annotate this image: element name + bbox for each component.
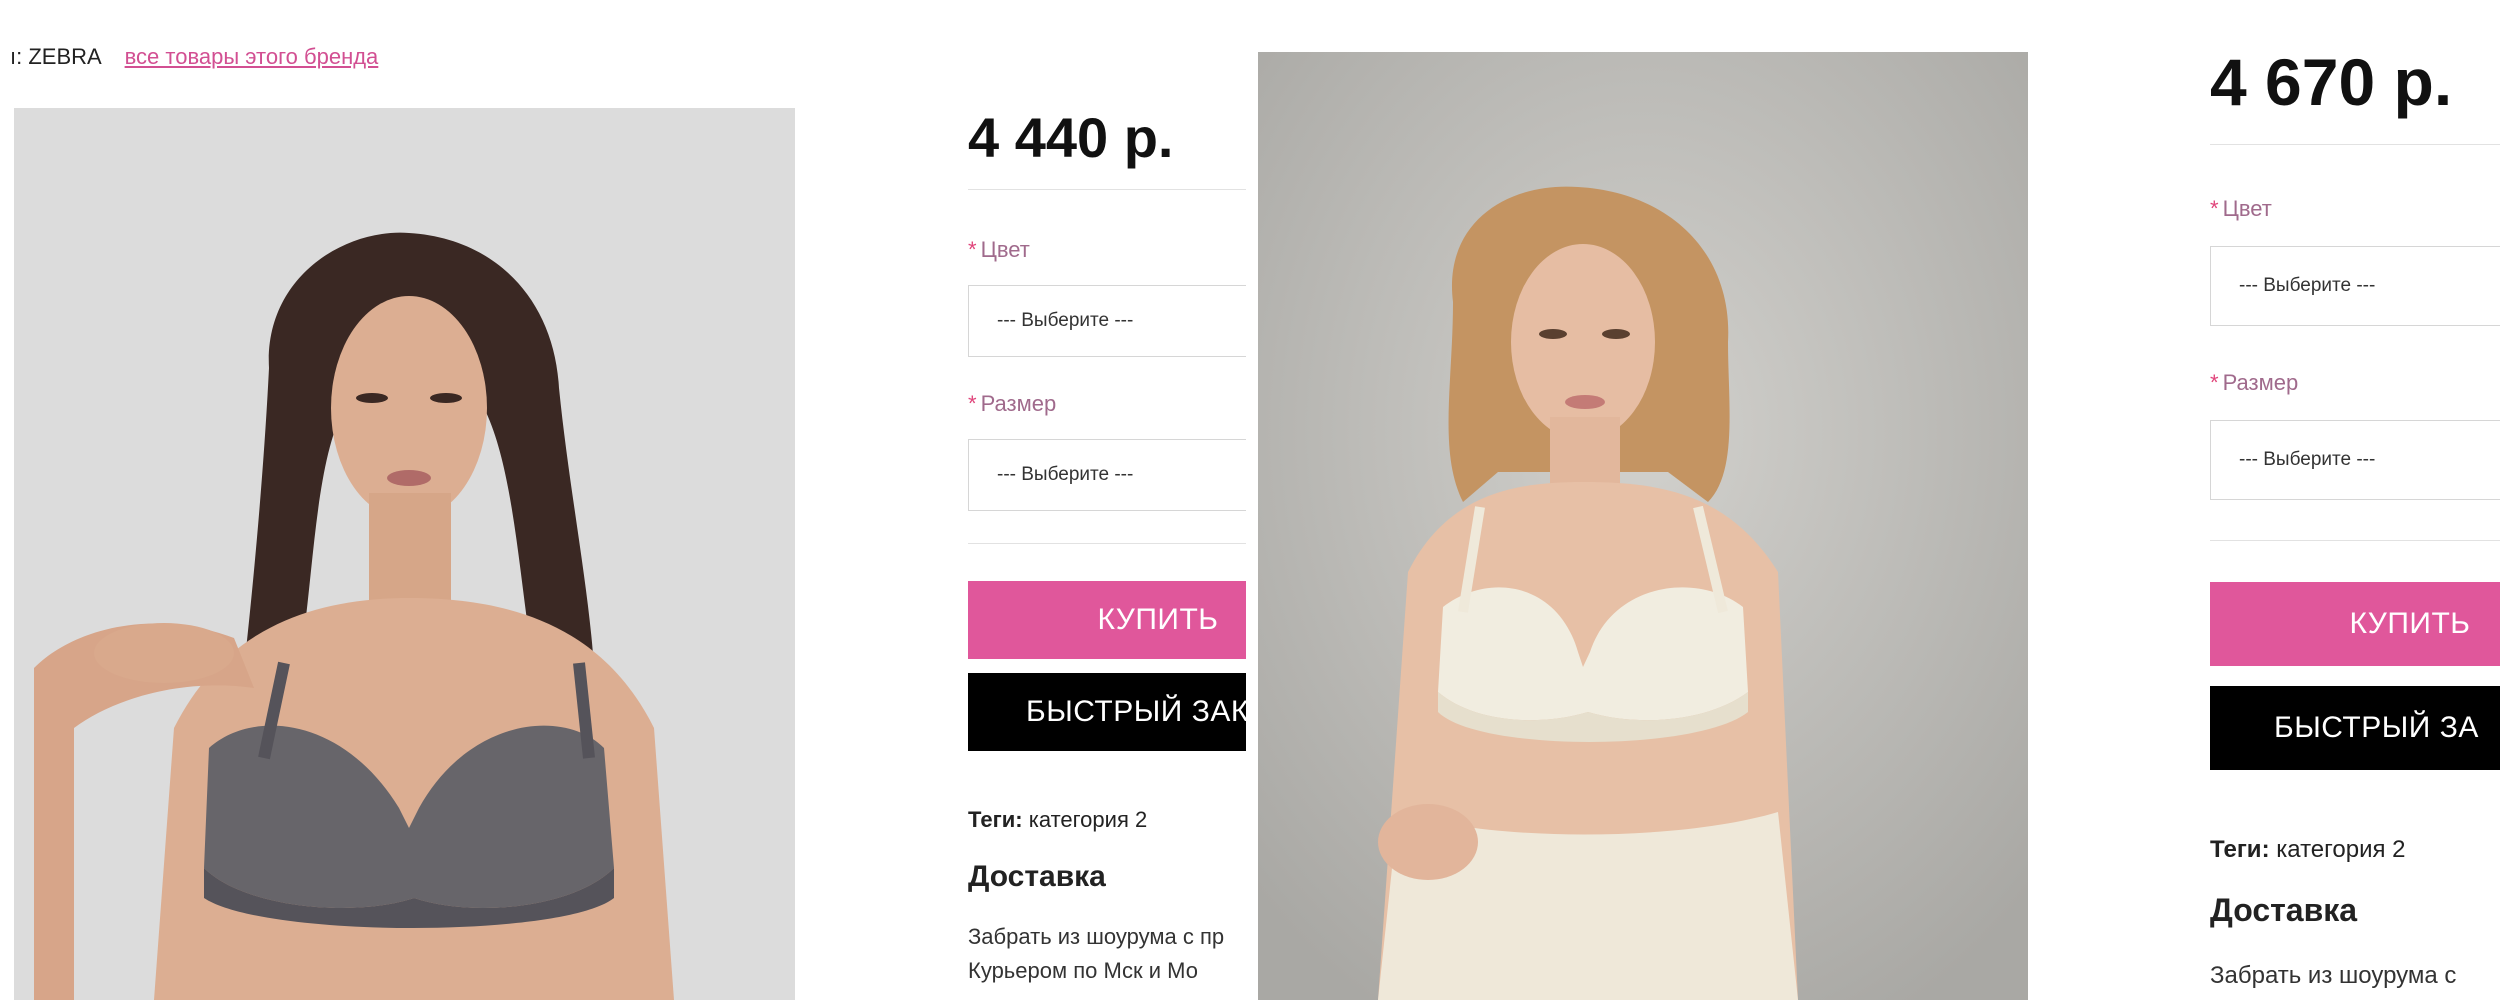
quick-order-button[interactable]: БЫСТРЫЙ ЗАКА [968, 673, 1246, 751]
color-select[interactable]: --- Выберите --- [968, 285, 1246, 357]
required-marker: * [968, 391, 977, 416]
required-marker: * [2210, 196, 2219, 221]
size-select[interactable]: --- Выберите --- [968, 439, 1246, 511]
size-label: * Размер [968, 391, 1057, 416]
color-label: * Цвет [968, 237, 1030, 262]
delivery-line: Курьером по Мск и Мо [968, 958, 1198, 983]
delivery-line: Забрать из шоурума с пр [968, 924, 1225, 949]
divider [968, 189, 1246, 190]
product-panel-left: ı: ZEBRA все товары этого бренда 4 440 р… [0, 0, 1258, 1000]
required-marker: * [968, 237, 977, 262]
tags-label: Теги: [2210, 836, 2270, 863]
size-label: * Размер [2210, 370, 2299, 395]
product-info-right: 4 670 р. * Цвет --- Выберите --- * Размер … [2210, 40, 2500, 1000]
brand-name: ı: ZEBRA [10, 44, 101, 69]
brand-line: ı: ZEBRA все товары этого бренда [10, 44, 378, 70]
tag-link[interactable]: категория 2 [2276, 836, 2405, 863]
delivery-heading: Доставка [2210, 892, 2358, 928]
buy-button[interactable]: КУПИТЬ [2210, 582, 2500, 666]
price: 4 670 р. [2210, 45, 2453, 119]
tags-label: Теги: [968, 807, 1023, 832]
divider [2210, 540, 2500, 541]
tags-line: Теги: категория 2 [968, 807, 1147, 833]
divider [2210, 144, 2500, 145]
color-label: * Цвет [2210, 196, 2272, 221]
required-marker: * [2210, 370, 2219, 395]
price: 4 440 р. [968, 106, 1174, 169]
delivery-heading: Доставка [968, 860, 1106, 893]
size-select[interactable]: --- Выберите --- [2210, 420, 2500, 500]
quick-order-button[interactable]: БЫСТРЫЙ ЗА [2210, 686, 2500, 770]
tag-link[interactable]: категория 2 [1029, 807, 1148, 832]
tags-line: Теги: категория 2 [2210, 836, 2406, 864]
buy-button[interactable]: КУПИТЬ [968, 581, 1246, 659]
divider [968, 543, 1246, 544]
product-photo-right [1258, 52, 2028, 1000]
product-panel-right: 4 670 р. * Цвет --- Выберите --- * Размер … [1258, 0, 2500, 1000]
brand-all-products-link[interactable]: все товары этого бренда [125, 44, 379, 69]
delivery-line: Забрать из шоурума с [2210, 962, 2457, 989]
product-info-left: 4 440 р. * Цвет --- Выберите --- * Размер … [968, 95, 1246, 1000]
color-select[interactable]: --- Выберите --- [2210, 246, 2500, 326]
product-photo-left [14, 108, 795, 1000]
